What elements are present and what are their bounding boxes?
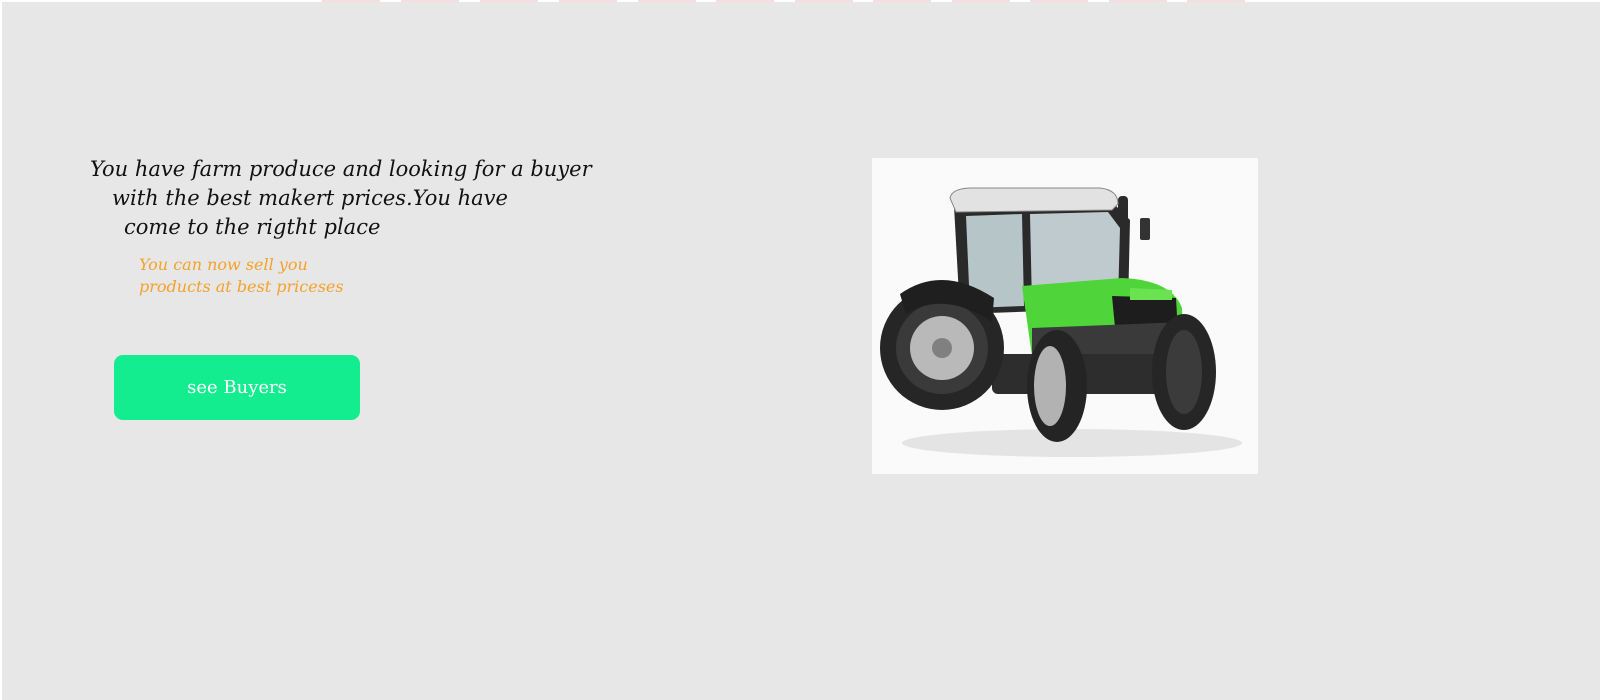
headline-line: come to the rigtht place	[124, 215, 381, 239]
hero-headline: You have farm produce and looking for a …	[90, 155, 592, 242]
tractor-image	[872, 158, 1258, 474]
subtext-line: products at best priceses	[139, 277, 344, 296]
headline-line: You have farm produce and looking for a …	[90, 157, 592, 181]
subtext-line: You can now sell you	[139, 255, 308, 274]
see-buyers-button[interactable]: see Buyers	[114, 355, 360, 420]
headline-line: with the best makert prices.You have	[112, 186, 508, 210]
hero-section	[2, 2, 1600, 700]
hero-subtext: You can now sell you products at best pr…	[139, 254, 399, 298]
tractor-icon	[880, 187, 1242, 457]
